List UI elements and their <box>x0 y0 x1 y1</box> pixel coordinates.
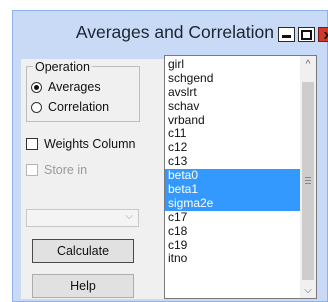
weights-column-checkbox[interactable]: Weights Column <box>26 137 135 151</box>
list-item[interactable]: girl <box>165 57 301 72</box>
list-item[interactable]: itno <box>165 252 301 266</box>
list-item[interactable] <box>165 266 301 280</box>
maximize-button[interactable] <box>298 27 315 42</box>
operation-groupbox: Operation Averages Correlation <box>26 60 140 122</box>
chevron-down-icon: ⌵ <box>125 211 133 222</box>
averages-correlation-window: Averages and Correlation x Operation Ave… <box>12 10 328 302</box>
minimize-icon <box>282 35 291 38</box>
scroll-down-icon[interactable]: ⌵ <box>300 282 316 298</box>
checkbox-icon <box>26 164 38 176</box>
radio-correlation[interactable]: Correlation <box>31 100 109 114</box>
scrollbar-thumb[interactable] <box>302 82 314 280</box>
scroll-up-icon[interactable]: ^ <box>300 56 316 72</box>
store-in-label: Store in <box>44 163 88 177</box>
scrollbar-grip-icon <box>305 177 311 184</box>
list-item[interactable]: c19 <box>165 238 301 253</box>
variable-listbox[interactable]: girl schgend avslrt schav vrband c11 c12 c13 bet… <box>164 55 317 299</box>
list-item[interactable]: vrband <box>165 113 301 128</box>
list-item[interactable]: schgend <box>165 71 301 86</box>
list-item[interactable]: c13 <box>165 154 301 169</box>
radio-averages[interactable]: Averages <box>31 80 101 94</box>
weights-column-label: Weights Column <box>44 137 136 151</box>
radio-selected-icon[interactable] <box>31 81 42 93</box>
store-in-checkbox: Store in <box>26 163 87 177</box>
radio-averages-label: Averages <box>48 80 101 94</box>
list-item[interactable]: beta1 <box>165 182 301 197</box>
checkbox-icon[interactable] <box>26 138 38 150</box>
operation-legend: Operation <box>33 60 92 74</box>
title-bar[interactable]: Averages and Correlation x <box>13 11 328 59</box>
close-icon: x <box>323 27 328 42</box>
close-button[interactable]: x <box>318 27 328 42</box>
store-in-combobox: ⌵ <box>26 209 139 227</box>
window-title: Averages and Correlation <box>75 22 274 42</box>
list-item[interactable]: c17 <box>165 210 301 225</box>
calculate-button[interactable]: Calculate <box>32 239 134 263</box>
maximize-icon <box>301 29 312 40</box>
list-item[interactable]: c12 <box>165 140 301 155</box>
list-item[interactable]: sigma2e <box>165 196 301 211</box>
radio-unselected-icon[interactable] <box>31 101 42 113</box>
vertical-scrollbar[interactable]: ^ ⌵ <box>300 56 316 298</box>
radio-correlation-label: Correlation <box>48 100 110 114</box>
list-item[interactable]: c11 <box>165 127 301 141</box>
help-button[interactable]: Help <box>32 274 134 298</box>
list-item[interactable]: beta0 <box>165 168 301 184</box>
list-item[interactable]: avslrt <box>165 85 301 100</box>
minimize-button[interactable] <box>278 27 295 42</box>
dialog-client-area: Operation Averages Correlation Weights C… <box>21 55 317 299</box>
list-item[interactable]: c18 <box>165 224 301 239</box>
variable-list-items: girl schgend avslrt schav vrband c11 c12 c13 bet… <box>165 57 301 280</box>
list-item[interactable]: schav <box>165 99 301 114</box>
